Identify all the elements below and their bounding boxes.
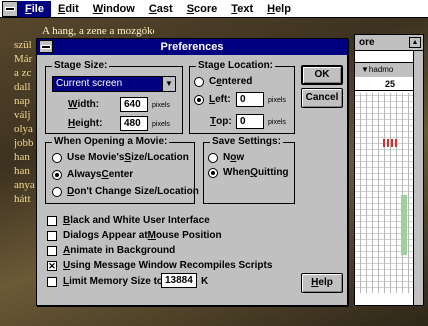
- height-label: Height:: [68, 118, 103, 129]
- radio-button[interactable]: [208, 152, 218, 163]
- checkbox[interactable]: [47, 276, 57, 287]
- stage-size-group: Stage Size: Current screen ▼ Width: 640 …: [45, 60, 183, 134]
- score-cells: [401, 195, 407, 255]
- radio-button[interactable]: [52, 186, 62, 197]
- radio-button[interactable]: [194, 94, 204, 105]
- height-unit: pixels: [152, 121, 170, 128]
- radio-button[interactable]: [208, 167, 218, 178]
- menu-text[interactable]: Text: [224, 1, 260, 17]
- width-label: Width:: [68, 99, 100, 110]
- save-when-quitting-radio[interactable]: When Quitting: [208, 167, 289, 178]
- maximize-icon[interactable]: ▲: [409, 37, 421, 48]
- menu-edit[interactable]: Edit: [51, 1, 86, 17]
- radio-button[interactable]: [52, 152, 62, 163]
- top-field[interactable]: 0: [236, 114, 264, 129]
- menu-file[interactable]: File: [18, 0, 51, 17]
- cancel-button[interactable]: Cancel: [301, 88, 343, 108]
- opening-movie-group: When Opening a Movie: Use Movie's Size/L…: [45, 136, 199, 204]
- vertical-scrollbar[interactable]: [413, 51, 423, 305]
- height-field[interactable]: 480: [120, 116, 148, 131]
- centered-radio[interactable]: Ce ntered: [194, 76, 252, 87]
- menu-cast[interactable]: Cast: [142, 1, 180, 17]
- checkbox[interactable]: ✕: [47, 260, 57, 271]
- dialog-title: Preferences: [160, 41, 224, 53]
- score-window-title[interactable]: ore ▲: [355, 35, 423, 51]
- dialogs-mouse-checkbox[interactable]: Dialogs Appear at Mouse Position: [47, 230, 222, 241]
- checkbox[interactable]: [47, 245, 57, 256]
- stage-location-label: Stage Location:: [196, 60, 276, 71]
- limit-memory-checkbox[interactable]: Limit Memory Size to: [47, 276, 163, 287]
- save-settings-group: Save Settings: Now When Quitting: [203, 136, 295, 204]
- width-unit: pixels: [152, 102, 170, 109]
- radio-button[interactable]: [52, 169, 62, 180]
- preferences-dialog: Preferences Stage Size: Current screen ▼…: [36, 38, 348, 306]
- dialog-title-bar[interactable]: Preferences: [37, 39, 347, 55]
- stage-size-label: Stage Size:: [52, 60, 110, 71]
- background-title: A hang, a zene a mozgókép: [42, 25, 154, 37]
- left-unit: pixels: [268, 97, 286, 104]
- menu-help[interactable]: Help: [260, 1, 298, 17]
- always-center-radio[interactable]: Always Center: [52, 169, 133, 180]
- memory-unit: K: [201, 276, 209, 287]
- stage-location-group: Stage Location: Ce ntered Left: 0 pixels …: [189, 60, 295, 134]
- left-field[interactable]: 0: [236, 92, 264, 107]
- help-button[interactable]: Help: [301, 273, 343, 293]
- use-movie-size-radio[interactable]: Use Movie's Size/Location: [52, 152, 189, 163]
- dont-change-radio[interactable]: Don't Change Size/Location: [52, 186, 199, 197]
- left-radio[interactable]: Left:: [194, 94, 231, 105]
- ok-button[interactable]: OK: [301, 65, 343, 85]
- memory-size-field[interactable]: 13884: [161, 273, 197, 288]
- dropdown-arrow-icon[interactable]: ▼: [162, 76, 176, 92]
- black-white-checkbox[interactable]: Black and White User Interface: [47, 215, 210, 226]
- score-window[interactable]: ore ▲ ▼hadmo 25: [354, 34, 424, 306]
- stage-size-select[interactable]: Current screen ▼: [52, 76, 176, 92]
- radio-button[interactable]: [194, 76, 204, 87]
- message-window-checkbox[interactable]: ✕ Using Message Window Recompiles Script…: [47, 260, 272, 271]
- top-unit: pixels: [268, 119, 286, 126]
- menu-bar: File Edit Window Cast Score Text Help: [0, 0, 428, 18]
- score-cells: [383, 139, 399, 147]
- menu-score[interactable]: Score: [180, 1, 225, 17]
- checkbox[interactable]: [47, 215, 57, 226]
- top-label: Top:: [210, 116, 232, 127]
- menu-window[interactable]: Window: [86, 1, 142, 17]
- system-menu-icon[interactable]: [2, 0, 18, 17]
- opening-movie-label: When Opening a Movie:: [52, 136, 170, 147]
- save-settings-label: Save Settings:: [210, 136, 283, 147]
- animate-background-checkbox[interactable]: Animate in Background: [47, 245, 175, 256]
- width-field[interactable]: 640: [120, 97, 148, 112]
- dialog-system-menu-icon[interactable]: [39, 40, 53, 53]
- checkbox[interactable]: [47, 230, 57, 241]
- save-now-radio[interactable]: Now: [208, 152, 244, 163]
